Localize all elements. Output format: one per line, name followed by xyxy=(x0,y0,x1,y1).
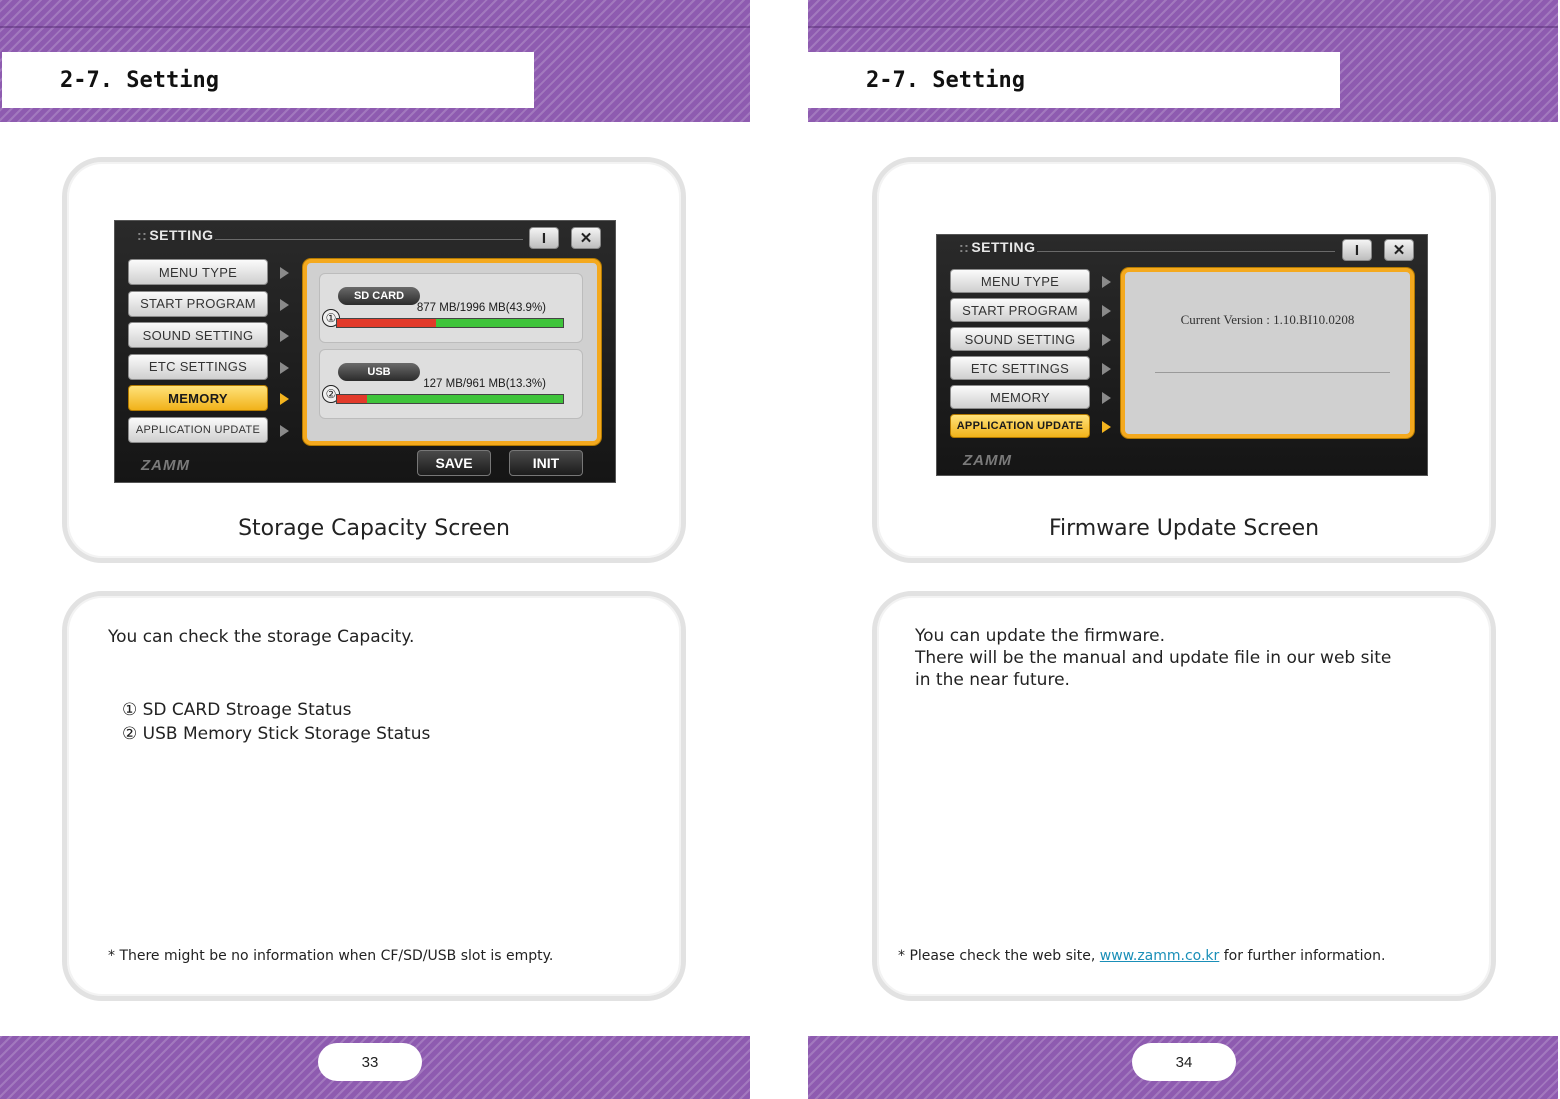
menu-arrow-icon xyxy=(1102,334,1111,346)
usb-label: USB xyxy=(338,363,420,381)
usb-usage-bar xyxy=(336,394,564,404)
website-link[interactable]: www.zamm.co.kr xyxy=(1100,948,1220,964)
menu-arrow-icon xyxy=(1102,363,1111,375)
device-settings-window: SETTING I ✕ MENU TYPE START PROGRAM SOUN… xyxy=(114,220,616,483)
memory-content-frame: ① SD CARD 877 MB/1996 MB(43.9%) ② USB 12… xyxy=(303,259,601,445)
sd-card-usage-bar xyxy=(336,318,564,328)
manual-page-right: 2-7. Setting SETTING I ✕ MENU TYPE START… xyxy=(808,0,1558,1099)
device-settings-window: SETTING I ✕ MENU TYPE START PROGRAM SOUN… xyxy=(936,234,1428,476)
section-title: 2-7. Setting xyxy=(60,67,219,93)
close-icon[interactable]: ✕ xyxy=(571,227,601,249)
menu-item-application-update[interactable]: APPLICATION UPDATE xyxy=(950,414,1111,438)
menu-item-label: SOUND SETTING xyxy=(964,331,1076,347)
menu-arrow-icon xyxy=(280,267,289,279)
menu-arrow-icon xyxy=(280,298,289,311)
list-item: ② USB Memory Stick Storage Status xyxy=(122,724,431,744)
menu-arrow-icon xyxy=(1102,305,1111,317)
page-number: 33 xyxy=(318,1043,422,1081)
menu-item-sound-setting[interactable]: SOUND SETTING xyxy=(950,327,1111,351)
footnote-prefix: * Please check the web site, xyxy=(898,948,1100,964)
settings-menu: MENU TYPE START PROGRAM SOUND SETTING ET… xyxy=(128,259,289,448)
sd-card-memory-box: ① SD CARD 877 MB/1996 MB(43.9%) xyxy=(319,273,583,343)
section-title: 2-7. Setting xyxy=(866,67,1025,93)
usb-usage: 127 MB/961 MB(13.3%) xyxy=(423,378,546,390)
device-titlebar: SETTING I ✕ xyxy=(937,235,1427,265)
menu-item-application-update[interactable]: APPLICATION UPDATE xyxy=(128,416,289,443)
save-button[interactable]: SAVE xyxy=(417,450,491,476)
usb-used-fill xyxy=(337,395,368,403)
info-icon[interactable]: I xyxy=(1342,239,1372,261)
screenshot-caption: Firmware Update Screen xyxy=(1048,516,1320,541)
menu-arrow-icon xyxy=(280,393,289,405)
menu-arrow-icon xyxy=(1102,276,1111,288)
description-line: You can update the firmware. xyxy=(915,626,1166,646)
sd-card-usage: 877 MB/1996 MB(43.9%) xyxy=(416,302,546,314)
screenshot-panel: SETTING I ✕ MENU TYPE START PROGRAM SOUN… xyxy=(62,157,686,563)
brand-logo: ZAMM xyxy=(963,452,1012,469)
device-window-title: SETTING xyxy=(137,227,214,243)
manual-page-left: 2-7. Setting SETTING I ✕ MENU TYPE START… xyxy=(0,0,750,1099)
menu-item-menu-type[interactable]: MENU TYPE xyxy=(128,259,289,285)
titlebar-divider xyxy=(215,239,523,240)
usb-memory-box: ② USB 127 MB/961 MB(13.3%) xyxy=(319,349,583,419)
close-icon[interactable]: ✕ xyxy=(1384,239,1414,261)
menu-item-memory[interactable]: MEMORY xyxy=(950,385,1111,409)
menu-item-label: APPLICATION UPDATE xyxy=(135,423,261,436)
footnote-suffix: for further information. xyxy=(1219,948,1386,964)
description-panel: You can update the firmware. There will … xyxy=(872,591,1496,1001)
menu-item-label: MENU TYPE xyxy=(980,273,1060,289)
sd-card-used-fill xyxy=(337,319,437,327)
menu-item-etc-settings[interactable]: ETC SETTINGS xyxy=(950,356,1111,380)
menu-item-label: MEMORY xyxy=(989,389,1051,405)
init-button[interactable]: INIT xyxy=(509,450,583,476)
menu-item-start-program[interactable]: START PROGRAM xyxy=(128,290,289,317)
menu-item-label: ETC SETTINGS xyxy=(148,359,248,374)
menu-arrow-icon xyxy=(280,361,289,374)
sd-card-label: SD CARD xyxy=(338,287,420,305)
menu-item-label: APPLICATION UPDATE xyxy=(956,420,1084,432)
screenshot-caption: Storage Capacity Screen xyxy=(238,516,510,541)
menu-item-memory[interactable]: MEMORY xyxy=(128,385,289,411)
menu-item-label: ETC SETTINGS xyxy=(970,360,1070,376)
current-version: Current Version : 1.10.BI10.0208 xyxy=(1180,312,1355,327)
description-line: in the near future. xyxy=(915,670,1070,690)
menu-item-start-program[interactable]: START PROGRAM xyxy=(950,298,1111,322)
brand-logo: ZAMM xyxy=(141,457,190,474)
menu-item-menu-type[interactable]: MENU TYPE xyxy=(950,269,1111,293)
menu-item-etc-settings[interactable]: ETC SETTINGS xyxy=(128,353,289,380)
description-line: There will be the manual and update file… xyxy=(915,648,1392,668)
menu-item-label: MEMORY xyxy=(168,390,228,406)
screenshot-panel: SETTING I ✕ MENU TYPE START PROGRAM SOUN… xyxy=(872,157,1496,563)
menu-arrow-icon xyxy=(280,330,289,342)
menu-arrow-icon xyxy=(1102,421,1111,433)
description-panel: You can check the storage Capacity. ① SD… xyxy=(62,591,686,1001)
menu-item-label: START PROGRAM xyxy=(140,296,256,311)
update-content-frame: Current Version : 1.10.BI10.0208 xyxy=(1121,268,1414,438)
menu-item-sound-setting[interactable]: SOUND SETTING xyxy=(128,322,289,348)
footnote: * There might be no information when CF/… xyxy=(108,948,554,964)
info-icon[interactable]: I xyxy=(529,227,559,249)
menu-arrow-icon xyxy=(280,424,289,437)
device-titlebar: SETTING I ✕ xyxy=(115,221,615,251)
page-number: 34 xyxy=(1132,1043,1236,1081)
menu-item-label: START PROGRAM xyxy=(962,302,1078,318)
menu-arrow-icon xyxy=(1102,392,1111,404)
footnote: * Please check the web site, www.zamm.co… xyxy=(898,948,1385,964)
list-item: ① SD CARD Stroage Status xyxy=(122,700,352,720)
section-header: 2-7. Setting xyxy=(2,52,534,108)
device-window-title: SETTING xyxy=(959,239,1036,255)
menu-item-label: MENU TYPE xyxy=(158,264,238,280)
version-divider xyxy=(1155,372,1390,373)
menu-item-label: SOUND SETTING xyxy=(142,327,254,343)
description-text: You can check the storage Capacity. xyxy=(108,627,415,647)
section-header: 2-7. Setting xyxy=(808,52,1340,108)
titlebar-divider xyxy=(1037,251,1335,252)
settings-menu: MENU TYPE START PROGRAM SOUND SETTING ET… xyxy=(950,269,1111,444)
